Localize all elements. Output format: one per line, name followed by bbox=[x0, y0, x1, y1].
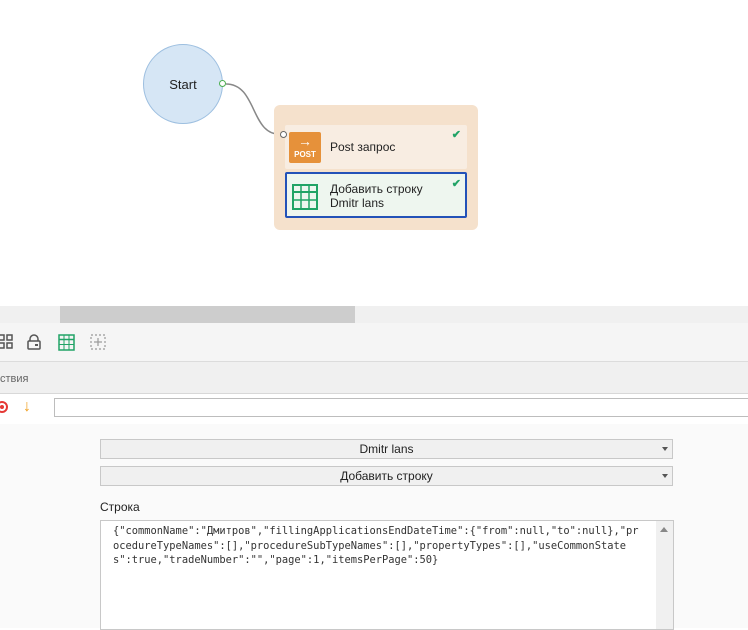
input-port[interactable] bbox=[280, 131, 287, 138]
section-title: ствия bbox=[0, 373, 29, 385]
action-title: Post запрос bbox=[330, 140, 396, 154]
workflow-canvas[interactable]: Start → POST Post запрос ✔ Добавить стро… bbox=[0, 0, 748, 305]
scroll-up-icon[interactable] bbox=[660, 527, 668, 532]
chevron-down-icon bbox=[662, 447, 668, 451]
action-title: Добавить строку Dmitr lans bbox=[330, 182, 423, 210]
post-icon: → POST bbox=[289, 132, 321, 163]
grid-icon[interactable] bbox=[0, 332, 16, 352]
horizontal-scrollbar-thumb[interactable] bbox=[60, 306, 355, 323]
row-label: Строка bbox=[100, 500, 140, 514]
check-icon: ✔ bbox=[451, 129, 461, 141]
vertical-scrollbar[interactable] bbox=[656, 521, 673, 629]
start-node-label: Start bbox=[169, 76, 197, 92]
arrow-right-icon: → bbox=[298, 133, 312, 149]
chevron-down-icon bbox=[662, 474, 668, 478]
table-select-value: Dmitr lans bbox=[359, 442, 414, 456]
post-icon-label: POST bbox=[294, 150, 316, 159]
table-icon bbox=[292, 184, 318, 210]
start-node[interactable]: Start bbox=[143, 44, 223, 124]
check-icon: ✔ bbox=[451, 178, 461, 190]
action-row-input[interactable] bbox=[54, 398, 748, 417]
section-header: ствия bbox=[0, 362, 748, 394]
action-title-line1: Добавить строку bbox=[330, 182, 423, 196]
row-value-text: {"commonName":"Дмитров","fillingApplicat… bbox=[113, 525, 639, 566]
operation-select[interactable]: Добавить строку bbox=[100, 466, 673, 486]
operation-select-value: Добавить строку bbox=[340, 469, 433, 483]
table-icon[interactable] bbox=[56, 332, 76, 352]
post-request-action[interactable]: → POST Post запрос ✔ bbox=[285, 125, 467, 169]
toolbar bbox=[0, 323, 748, 362]
start-output-port[interactable] bbox=[219, 80, 226, 87]
arrow-down-icon[interactable]: ↓ bbox=[23, 398, 31, 416]
add-row-action[interactable]: Добавить строку Dmitr lans ✔ bbox=[285, 172, 467, 218]
row-value-textarea[interactable]: {"commonName":"Дмитров","fillingApplicat… bbox=[100, 520, 674, 630]
lock-icon[interactable] bbox=[24, 332, 44, 352]
add-frame-icon[interactable] bbox=[88, 332, 108, 352]
table-select[interactable]: Dmitr lans bbox=[100, 439, 673, 459]
action-title-line2: Dmitr lans bbox=[330, 196, 385, 210]
